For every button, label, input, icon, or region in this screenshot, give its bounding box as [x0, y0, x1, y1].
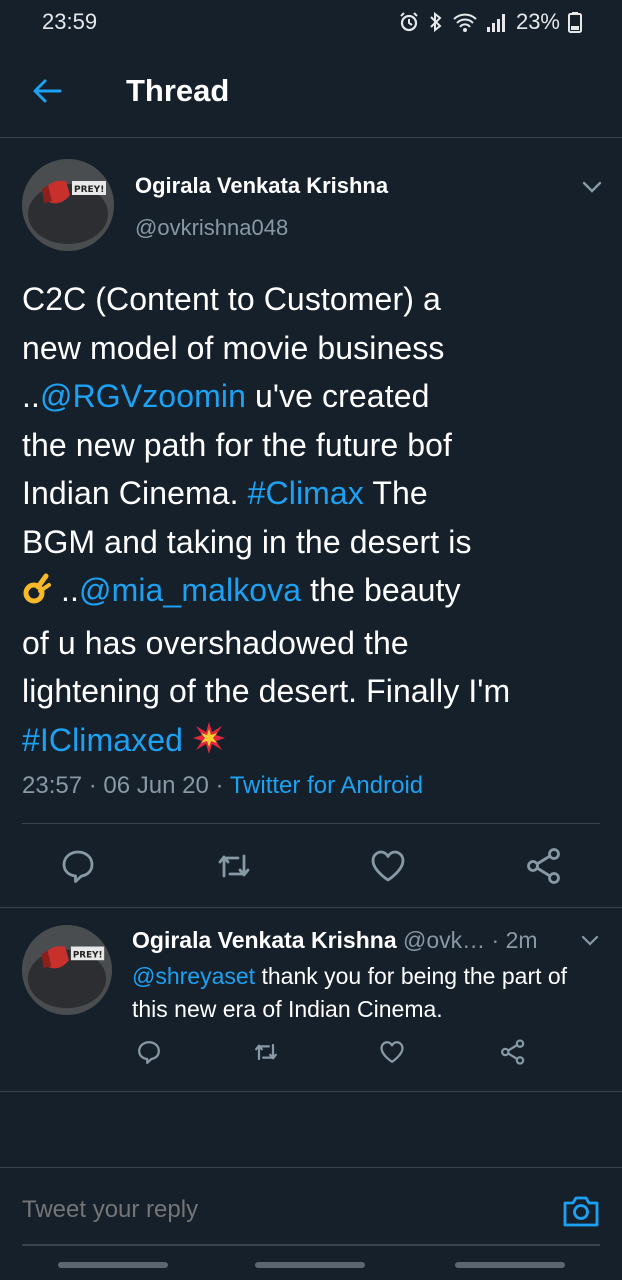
- arrow-left-icon: [33, 79, 62, 103]
- hashtag-link[interactable]: #IClimaxed: [22, 722, 183, 758]
- like-button[interactable]: [368, 846, 408, 886]
- reply-text: @shreyaset thank you for being the part …: [132, 963, 568, 1022]
- status-bar: 23:59 23%: [0, 0, 622, 44]
- tweet-meta: 23:57 · 06 Jun 20 · Twitter for Android: [22, 772, 424, 799]
- share-icon: [501, 1039, 525, 1065]
- camera-button[interactable]: [562, 1193, 600, 1229]
- share-button[interactable]: [499, 1038, 527, 1066]
- reply-button[interactable]: [135, 1038, 163, 1066]
- tweet-line: ..@RGVzoomin u've created: [22, 378, 430, 414]
- input-underline: [22, 1244, 600, 1246]
- tweet-line: new model of movie business: [22, 329, 445, 366]
- reply-header: Ogirala Venkata Krishna @ovk… · 2m: [132, 927, 538, 954]
- tweet-line: of u has overshadowed the: [22, 624, 409, 661]
- signal-icon: [486, 11, 508, 33]
- tweet-source-link[interactable]: Twitter for Android: [230, 772, 423, 799]
- alarm-icon: [398, 11, 420, 33]
- retweet-button[interactable]: [252, 1038, 280, 1066]
- tweet-date: 06 Jun 20: [103, 772, 209, 799]
- tweet-line: C2C (Content to Customer) a: [22, 281, 441, 317]
- reply-input[interactable]: [22, 1196, 502, 1224]
- avatar-badge: PREY!: [74, 185, 104, 195]
- divider: [0, 907, 622, 908]
- like-icon: [380, 1041, 404, 1063]
- chevron-down-icon: [582, 181, 602, 193]
- tweet-menu-button[interactable]: [580, 177, 604, 197]
- thread-header: Thread: [0, 44, 622, 138]
- reply-compose-bar: [0, 1167, 622, 1247]
- tweet-text: C2C (Content to Customer) a new model of…: [22, 275, 612, 768]
- tweet-line: ..@mia_malkova the beauty: [22, 566, 612, 619]
- mention-link[interactable]: @shreyaset: [132, 963, 255, 989]
- wifi-icon: [452, 11, 478, 33]
- hashtag-link[interactable]: #Climax: [248, 475, 364, 511]
- mention-link[interactable]: @RGVzoomin: [40, 378, 246, 414]
- divider: [22, 823, 600, 824]
- nav-home-button[interactable]: [255, 1262, 365, 1268]
- camera-icon: [563, 1196, 599, 1227]
- retweet-icon: [255, 1043, 277, 1061]
- system-nav-bar: [0, 1262, 622, 1280]
- avatar-badge: PREY!: [73, 950, 103, 960]
- share-button[interactable]: [524, 846, 564, 886]
- nav-recents-button[interactable]: [58, 1262, 168, 1268]
- mention-link[interactable]: @mia_malkova: [79, 572, 301, 608]
- author-name[interactable]: Ogirala Venkata Krishna: [135, 173, 388, 199]
- tweet-time: · 2m: [485, 927, 538, 953]
- tweet-line: lightening of the desert. Finally I'm: [22, 673, 511, 709]
- reply-icon: [62, 850, 94, 883]
- divider: [0, 1091, 622, 1092]
- avatar[interactable]: PREY!: [22, 159, 114, 251]
- tweet-line: BGM and taking in the desert is: [22, 523, 472, 560]
- status-icons: 23%: [398, 9, 582, 35]
- retweet-icon: [218, 854, 250, 878]
- tweet-line: #IClimaxed: [22, 716, 612, 769]
- page-title: Thread: [126, 73, 230, 108]
- author-handle[interactable]: @ovk…: [403, 927, 485, 953]
- collision-emoji: [192, 720, 226, 769]
- share-icon: [527, 848, 560, 884]
- back-button[interactable]: [30, 74, 64, 108]
- like-icon: [371, 850, 405, 882]
- reply-button[interactable]: [58, 846, 98, 886]
- like-button[interactable]: [378, 1038, 406, 1066]
- avatar[interactable]: PREY!: [22, 925, 112, 1015]
- author-handle[interactable]: @ovkrishna048: [135, 215, 288, 241]
- bluetooth-icon: [428, 11, 444, 33]
- retweet-button[interactable]: [214, 846, 254, 886]
- tweet-line: Indian Cinema. #Climax The: [22, 475, 428, 511]
- battery-percent: 23%: [515, 9, 560, 34]
- tweet-time: 23:57: [22, 772, 83, 799]
- author-name[interactable]: Ogirala Venkata Krishna: [132, 927, 397, 953]
- nav-back-button[interactable]: [455, 1262, 565, 1268]
- battery-icon: [568, 11, 582, 33]
- tweet-line: the new path for the future bof: [22, 426, 453, 463]
- reply-icon: [138, 1041, 160, 1064]
- tweet-menu-button[interactable]: [580, 933, 600, 949]
- ok-hand-emoji: [22, 570, 52, 619]
- status-time: 23:59: [42, 9, 98, 34]
- chevron-down-icon: [581, 935, 599, 946]
